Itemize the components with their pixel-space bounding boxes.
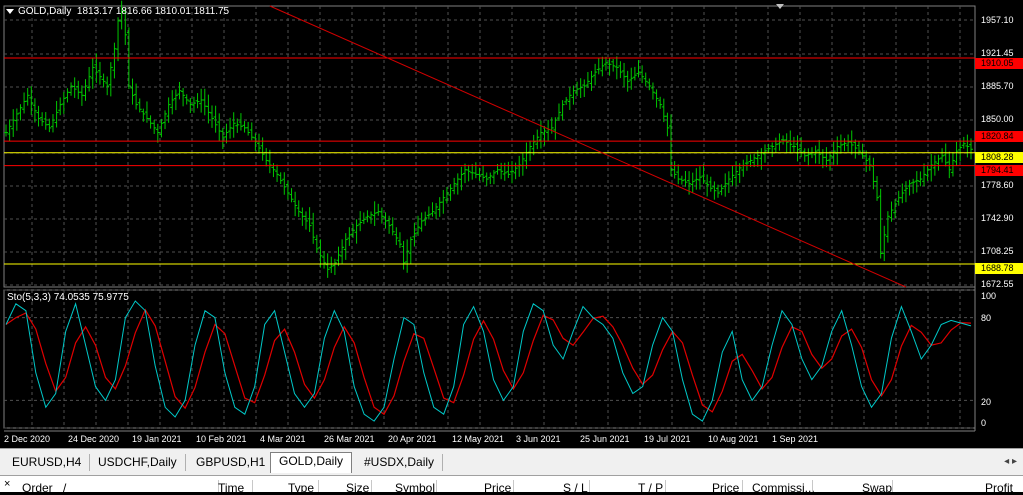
price-axis-label: 1885.70 (981, 81, 1014, 91)
column-separator[interactable] (513, 480, 514, 492)
time-axis-label: 24 Dec 2020 (68, 434, 120, 444)
column-header-sl[interactable]: S / L (563, 481, 588, 495)
column-separator[interactable] (371, 480, 372, 492)
column-sort-indicator: / (63, 481, 67, 495)
time-axis-label: 12 May 2021 (452, 434, 505, 444)
time-axis-label: 4 Mar 2021 (260, 434, 306, 444)
chart-title: GOLD,Daily 1813.17 1816.66 1810.01 1811.… (6, 6, 229, 17)
chart-tabs-bar: EURUSD,H4 USDCHF,Daily GBPUSD,H1 GOLD,Da… (0, 448, 1023, 476)
close-icon[interactable]: × (4, 478, 10, 490)
column-header-size[interactable]: Size (346, 481, 369, 495)
price-pane-border (3, 5, 976, 288)
column-separator[interactable] (589, 480, 590, 492)
chart-window[interactable]: GOLD,Daily 1813.17 1816.66 1810.01 1811.… (0, 0, 1023, 448)
tab-usdx-daily[interactable]: #USDX,Daily (356, 454, 444, 471)
column-separator[interactable] (436, 480, 437, 492)
column-header-symbol[interactable]: Symbol (395, 481, 435, 495)
price-axis-label: 1672.55 (981, 279, 1014, 289)
tab-gold-daily[interactable]: GOLD,Daily (270, 452, 353, 473)
time-axis-label: 19 Jul 2021 (644, 434, 691, 444)
tab-gbpusd-h1[interactable]: GBPUSD,H1 (188, 454, 275, 471)
column-header-commission[interactable]: Commissi... (752, 481, 815, 495)
price-axis-label: 1778.60 (981, 180, 1014, 190)
hline-price-tag: 1820.84 (975, 131, 1023, 142)
column-header-current-price[interactable]: Price (712, 481, 739, 495)
tab-eurusd-h4[interactable]: EURUSD,H4 (4, 454, 91, 471)
column-separator[interactable] (812, 480, 813, 492)
price-axis-label: 1957.10 (981, 15, 1014, 25)
column-separator[interactable] (252, 480, 253, 492)
column-separator[interactable] (665, 480, 666, 492)
time-axis-label: 2 Dec 2020 (4, 434, 51, 444)
tab-scroll-arrows-icon[interactable]: ◂ ▸ (1004, 456, 1017, 467)
hline-price-tag: 1910.05 (975, 58, 1023, 69)
column-separator[interactable] (742, 480, 743, 492)
hline-price-tag: 1808.28 (975, 152, 1023, 163)
indicator-label: Sto(5,3,3) 74.0535 75.9775 (7, 292, 129, 303)
column-header-order[interactable]: Order (22, 481, 53, 495)
sto-axis-label: 0 (981, 418, 987, 428)
column-header-swap[interactable]: Swap (862, 481, 892, 495)
column-header-type[interactable]: Type (288, 481, 314, 495)
sto-axis-label: 20 (981, 397, 992, 407)
time-axis-label: 20 Apr 2021 (388, 434, 437, 444)
column-header-time[interactable]: Time (218, 481, 244, 495)
price-axis-label: 1921.45 (981, 48, 1014, 58)
symbol-timeframe: GOLD,Daily (18, 6, 72, 17)
tab-usdchf-daily[interactable]: USDCHF,Daily (90, 454, 186, 471)
sto-axis-label: 100 (981, 291, 997, 301)
ohlc-values: 1813.17 1816.66 1810.01 1811.75 (76, 6, 230, 17)
column-separator[interactable] (318, 480, 319, 492)
time-axis-label: 1 Sep 2021 (772, 434, 819, 444)
hline-price-tag: 1688.78 (975, 263, 1023, 274)
sto-axis-label: 80 (981, 313, 992, 323)
time-axis-label: 19 Jan 2021 (132, 434, 182, 444)
time-axis-label: 10 Aug 2021 (708, 434, 759, 444)
column-separator[interactable] (892, 480, 893, 492)
column-header-profit[interactable]: Profit (985, 481, 1013, 495)
trendline (269, 5, 907, 288)
time-axis-label: 26 Mar 2021 (324, 434, 375, 444)
hline-price-tag: 1794.41 (975, 165, 1023, 176)
time-axis-label: 10 Feb 2021 (196, 434, 247, 444)
chart-menu-triangle-icon[interactable] (6, 8, 14, 14)
terminal-panel: × Order / Time Type Size Symbol Price S … (0, 475, 1023, 495)
sto-signal-line (5, 308, 972, 416)
chart-canvas[interactable] (0, 0, 1023, 448)
time-axis-label: 25 Jun 2021 (580, 434, 630, 444)
column-header-tp[interactable]: T / P (638, 481, 663, 495)
column-header-price[interactable]: Price (484, 481, 511, 495)
price-axis-label: 1850.00 (981, 114, 1014, 124)
price-axis-label: 1708.25 (981, 246, 1014, 256)
price-axis-label: 1742.90 (981, 213, 1014, 223)
time-axis-label: 3 Jun 2021 (516, 434, 561, 444)
